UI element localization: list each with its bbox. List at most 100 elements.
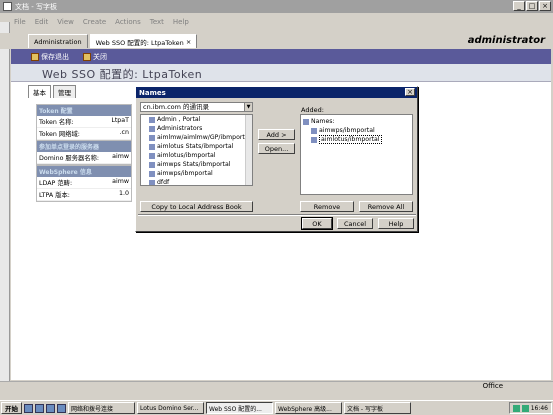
person-icon [149, 170, 155, 177]
tab-basic[interactable]: 基本 [28, 85, 51, 98]
websphere-panel: WebSphere 信息 LDAP 范畴: aimw LTPA 版本: 1.0 [36, 165, 132, 202]
person-icon [149, 161, 155, 168]
start-button[interactable]: 开始 [1, 402, 22, 414]
menu-view[interactable]: View [57, 18, 74, 30]
task-wordpad[interactable]: 文档 - 写字板 [344, 402, 411, 414]
servers-panel: 参加单点登录的服务器 Domino 服务器名称: aimw [36, 140, 132, 165]
window-title-bar: 文档 - 写字板 _ □ × [0, 0, 553, 13]
names-list[interactable]: Admin , Portal Administrators aimlmw/aim… [140, 114, 253, 186]
person-icon [149, 152, 155, 159]
action-bar: 保存退出 关闭 [11, 49, 551, 64]
directory-select[interactable]: cn.ibm.com 的通讯录 ▼ [140, 102, 253, 112]
tab-close-icon[interactable]: × [186, 38, 191, 46]
close-button[interactable]: × [539, 1, 551, 11]
person-icon [149, 143, 155, 150]
menu-actions[interactable]: Actions [115, 18, 141, 30]
copy-to-local-button[interactable]: Copy to Local Address Book [140, 201, 253, 212]
person-icon [149, 179, 155, 185]
task-domino[interactable]: Lotus Domino Ser... [137, 402, 204, 414]
token-heading: Token 配置 [37, 105, 131, 116]
save-exit-button[interactable]: 保存退出 [31, 52, 69, 62]
close-doc-button[interactable]: 关闭 [83, 52, 107, 62]
list-item[interactable]: aimwps/ibmportal [141, 169, 252, 178]
quicklaunch-icon[interactable] [57, 403, 66, 413]
websphere-heading: WebSphere 信息 [37, 166, 131, 177]
token-panel: Token 配置 Token 名称: LtpaT Token 网络域: .cn [36, 104, 132, 141]
server-name-value[interactable]: aimw [112, 153, 129, 162]
task-websphere[interactable]: WebSphere 高级... [275, 402, 342, 414]
left-ruler [0, 22, 10, 382]
tab-administration[interactable]: Administration [28, 34, 88, 48]
open-button[interactable]: Open... [258, 143, 295, 154]
tab-web-sso[interactable]: Web SSO 配置的: LtpaToken × [89, 34, 198, 48]
content-tabs: 基本 管理 [28, 85, 76, 98]
menubar: File Edit View Create Actions Text Help [0, 18, 553, 30]
current-user: administrator [467, 35, 545, 46]
token-domain-value[interactable]: .cn [120, 129, 129, 138]
window-title: 文档 - 写字板 [15, 2, 57, 11]
dialog-close-icon[interactable]: × [405, 88, 415, 96]
help-button[interactable]: Help [378, 218, 414, 229]
added-item[interactable]: aimwps/ibmportal [303, 126, 410, 135]
added-list[interactable]: Names: aimwps/ibmportal aimlotus/ibmport… [300, 114, 413, 195]
added-item-selected[interactable]: aimlotus/ibmportal [303, 135, 410, 144]
ldap-realm-label: LDAP 范畴: [39, 180, 73, 187]
tray-icon[interactable] [512, 404, 520, 412]
add-button[interactable]: Add > [258, 129, 295, 140]
maximize-button[interactable]: □ [526, 1, 538, 11]
taskbar: 开始 网络和拨号连接 Lotus Domino Ser... Web SSO 配… [0, 400, 553, 415]
quicklaunch-icon[interactable] [35, 403, 44, 413]
remove-all-button[interactable]: Remove All [359, 201, 413, 212]
system-tray: 16:46 [508, 402, 552, 414]
person-icon [149, 116, 155, 123]
menu-create[interactable]: Create [83, 18, 106, 30]
person-icon [311, 136, 317, 143]
dropdown-arrow-icon[interactable]: ▼ [244, 103, 252, 111]
cancel-button[interactable]: Cancel [337, 218, 373, 229]
server-name-label: Domino 服务器名称: [39, 155, 100, 162]
token-name-label: Token 名称: [39, 119, 74, 126]
task-network[interactable]: 网络和拨号连接 [68, 402, 135, 414]
dialog-separator [138, 214, 416, 216]
list-item[interactable]: Administrators [141, 124, 252, 133]
quicklaunch-icon[interactable] [24, 403, 33, 413]
tab-admin[interactable]: 管理 [53, 85, 76, 98]
page-title: Web SSO 配置的: LtpaToken [42, 68, 203, 81]
clock: 16:46 [530, 404, 548, 412]
ltpa-version-value[interactable]: 1.0 [119, 190, 129, 199]
task-web-sso[interactable]: Web SSO 配置的... [206, 402, 273, 414]
quicklaunch-icon[interactable] [46, 403, 55, 413]
wordpad-icon [3, 2, 12, 11]
remove-button[interactable]: Remove [300, 201, 354, 212]
menu-text[interactable]: Text [150, 18, 164, 30]
added-root: Names: [303, 117, 410, 126]
person-icon [149, 134, 155, 141]
group-icon [149, 125, 155, 132]
menu-edit[interactable]: Edit [35, 18, 49, 30]
servers-heading: 参加单点登录的服务器 [37, 141, 131, 152]
ltpa-version-label: LTPA 版本: [39, 192, 70, 199]
list-item[interactable]: aimwps Stats/ibmportal [141, 160, 252, 169]
status-office[interactable]: Office [483, 382, 503, 390]
menu-help[interactable]: Help [173, 18, 189, 30]
dialog-title: Names [136, 87, 417, 98]
token-domain-label: Token 网络域: [39, 131, 80, 138]
list-item[interactable]: aimlotus Stats/ibmportal [141, 142, 252, 151]
list-item[interactable]: Admin , Portal [141, 115, 252, 124]
save-icon [31, 52, 39, 61]
status-bar [0, 381, 553, 392]
close-doc-icon [83, 52, 91, 61]
list-item[interactable]: dfdf [141, 178, 252, 185]
token-name-value[interactable]: LtpaT [111, 117, 129, 126]
folder-icon [303, 118, 309, 125]
names-scrollbar[interactable] [245, 115, 252, 185]
menu-file[interactable]: File [14, 18, 26, 30]
person-icon [311, 127, 317, 134]
tray-icon[interactable] [521, 404, 529, 412]
ok-button[interactable]: OK [301, 217, 333, 230]
names-dialog: Names × cn.ibm.com 的通讯录 ▼ Admin , Portal… [135, 86, 418, 232]
list-item[interactable]: aimlotus/ibmportal [141, 151, 252, 160]
ldap-realm-value[interactable]: aimw [112, 178, 129, 187]
minimize-button[interactable]: _ [513, 1, 525, 11]
list-item[interactable]: aimlmw/aimlmw/GP/ibmportal [141, 133, 252, 142]
